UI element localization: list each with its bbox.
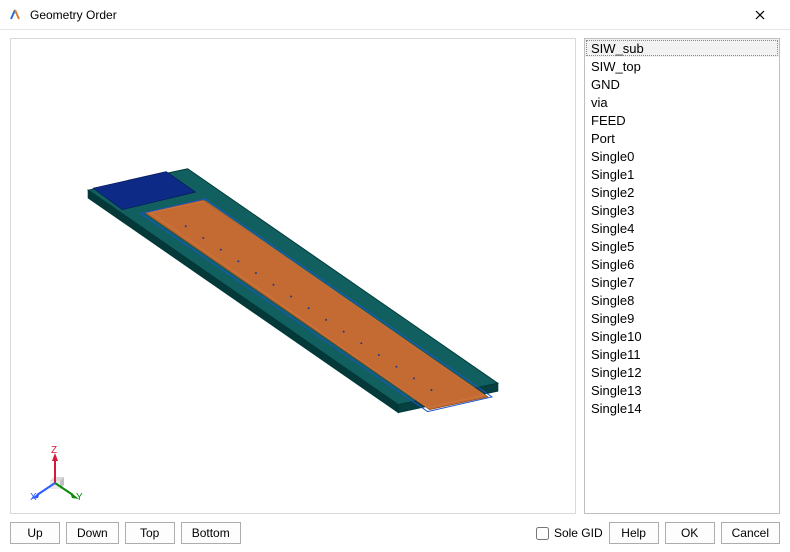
cancel-button[interactable]: Cancel	[721, 522, 780, 544]
list-item[interactable]: Single1	[585, 165, 779, 183]
geometry-list[interactable]: SIW_subSIW_topGNDviaFEEDPortSingle0Singl…	[584, 38, 780, 514]
ok-button[interactable]: OK	[665, 522, 715, 544]
list-item[interactable]: Single12	[585, 363, 779, 381]
list-item[interactable]: Single11	[585, 345, 779, 363]
axis-label-z: Z	[51, 445, 57, 456]
list-item[interactable]: Single10	[585, 327, 779, 345]
close-button[interactable]	[740, 1, 780, 29]
list-item[interactable]: GND	[585, 75, 779, 93]
window-title: Geometry Order	[30, 8, 117, 22]
list-item[interactable]: via	[585, 93, 779, 111]
list-item[interactable]: Single0	[585, 147, 779, 165]
up-button[interactable]: Up	[10, 522, 60, 544]
list-item[interactable]: Single8	[585, 291, 779, 309]
list-item[interactable]: Single2	[585, 183, 779, 201]
bottom-button[interactable]: Bottom	[181, 522, 241, 544]
down-button[interactable]: Down	[66, 522, 119, 544]
list-item[interactable]: SIW_top	[585, 57, 779, 75]
app-icon	[8, 7, 24, 23]
list-item[interactable]: Single9	[585, 309, 779, 327]
list-item[interactable]: Single14	[585, 399, 779, 417]
geometry-viewport[interactable]: Z X Y	[10, 38, 576, 514]
list-item[interactable]: Single7	[585, 273, 779, 291]
list-item[interactable]: FEED	[585, 111, 779, 129]
top-button[interactable]: Top	[125, 522, 175, 544]
sole-gid-label: Sole GID	[554, 526, 603, 540]
list-item[interactable]: Port	[585, 129, 779, 147]
list-item[interactable]: SIW_sub	[585, 39, 779, 57]
list-item[interactable]: Single13	[585, 381, 779, 399]
list-item[interactable]: Single6	[585, 255, 779, 273]
axis-triad: Z X Y	[27, 445, 85, 503]
list-item[interactable]: Single3	[585, 201, 779, 219]
axis-label-x: X	[30, 492, 37, 503]
axis-label-y: Y	[76, 492, 83, 503]
list-item[interactable]: Single5	[585, 237, 779, 255]
help-button[interactable]: Help	[609, 522, 659, 544]
list-item[interactable]: Single4	[585, 219, 779, 237]
sole-gid-input[interactable]	[536, 527, 549, 540]
sole-gid-checkbox[interactable]: Sole GID	[536, 526, 603, 540]
